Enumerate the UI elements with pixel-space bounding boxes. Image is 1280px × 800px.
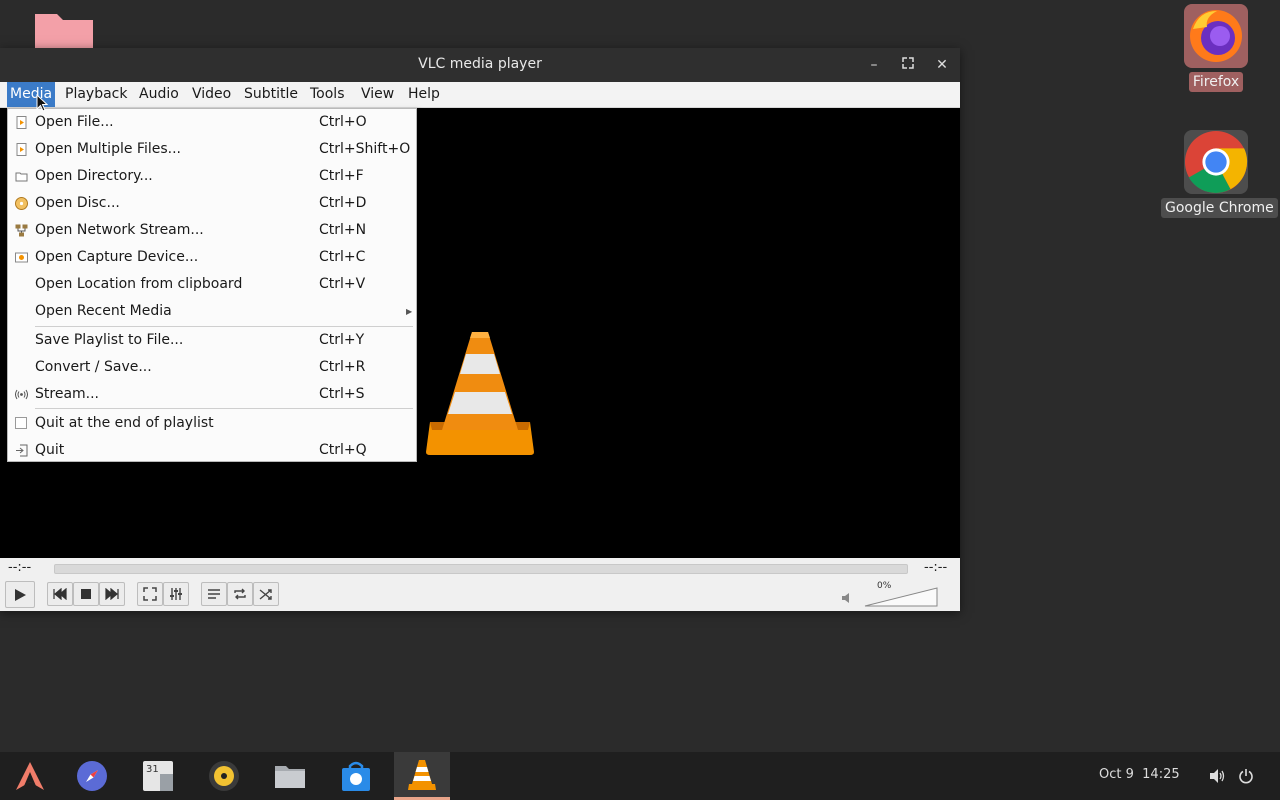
desktop-firefox[interactable]: Firefox — [1176, 4, 1256, 92]
playback-controls: 0% — [0, 580, 960, 611]
desktop-google-chrome[interactable]: Google Chrome — [1161, 130, 1278, 218]
clock-date: Oct 9 — [1099, 767, 1134, 782]
desktop-icon-label: Firefox — [1188, 72, 1244, 92]
volume-tray-button[interactable] — [1209, 768, 1225, 788]
maximize-icon — [902, 57, 914, 69]
taskbar-software-store[interactable] — [328, 752, 384, 800]
menu-open-multiple-files[interactable]: Open Multiple Files... Ctrl+Shift+O — [8, 136, 416, 163]
disc-icon — [15, 197, 28, 210]
menu-view[interactable]: View — [358, 82, 397, 107]
store-bag-icon — [342, 761, 370, 791]
menu-open-disc[interactable]: Open Disc... Ctrl+D — [8, 190, 416, 217]
play-icon — [15, 588, 26, 601]
seek-row: --:-- --:-- — [0, 558, 960, 580]
shuffle-icon — [259, 589, 272, 600]
menu-quit-end-of-playlist[interactable]: Quit at the end of playlist — [8, 410, 416, 437]
stream-icon — [15, 389, 28, 400]
fullscreen-button[interactable] — [137, 582, 163, 606]
media-menu-dropdown: Open File... Ctrl+O Open Multiple Files.… — [7, 108, 417, 462]
previous-button[interactable] — [47, 582, 73, 606]
menu-separator — [35, 408, 413, 409]
menubar: Media Playback Audio Video Subtitle Tool… — [0, 82, 960, 108]
elapsed-time: --:-- — [8, 560, 32, 575]
menu-quit[interactable]: Quit Ctrl+Q — [8, 437, 416, 464]
menu-save-playlist[interactable]: Save Playlist to File... Ctrl+Y — [8, 327, 416, 354]
power-button[interactable] — [1238, 768, 1254, 788]
capture-device-icon — [15, 252, 28, 263]
file-manager-icon — [275, 766, 305, 788]
taskbar-vlc[interactable] — [394, 752, 450, 800]
desktop-folder-icon[interactable] — [35, 14, 93, 48]
next-icon — [105, 588, 119, 600]
power-icon — [1239, 769, 1253, 784]
maximize-button[interactable] — [897, 54, 919, 76]
quit-end-checkbox[interactable] — [15, 417, 27, 429]
taskbar-files[interactable] — [262, 752, 318, 800]
menu-help[interactable]: Help — [405, 82, 443, 107]
loop-button[interactable] — [227, 582, 253, 606]
compass-browser-icon — [77, 761, 107, 791]
submenu-arrow-icon: ▶ — [406, 307, 413, 316]
menu-open-location-clipboard[interactable]: Open Location from clipboard Ctrl+V — [8, 271, 416, 298]
next-button[interactable] — [99, 582, 125, 606]
seek-slider[interactable] — [54, 564, 908, 574]
menu-tools[interactable]: Tools — [307, 82, 348, 107]
quit-icon — [16, 444, 28, 457]
window-title: VLC media player — [418, 56, 542, 72]
stop-icon — [81, 589, 91, 599]
mouse-cursor-icon — [36, 94, 48, 112]
menu-open-recent-media[interactable]: Open Recent Media ▶ — [8, 298, 416, 325]
menu-open-network-stream[interactable]: Open Network Stream... Ctrl+N — [8, 217, 416, 244]
speaker-icon — [842, 593, 849, 603]
taskbar-calendar[interactable]: 31 — [130, 752, 186, 800]
volume-percent: 0% — [877, 581, 892, 591]
vlc-icon — [408, 759, 436, 790]
playlist-button[interactable] — [201, 582, 227, 606]
menu-stream[interactable]: Stream... Ctrl+S — [8, 381, 416, 408]
equalizer-icon — [170, 588, 182, 600]
taskbar-music-player[interactable] — [196, 752, 252, 800]
menu-open-file[interactable]: Open File... Ctrl+O — [8, 109, 416, 136]
app-launcher-button[interactable] — [2, 752, 58, 800]
stop-button[interactable] — [73, 582, 99, 606]
network-icon — [15, 224, 28, 237]
volume-triangle-icon — [864, 587, 938, 607]
menu-video[interactable]: Video — [189, 82, 234, 107]
open-file-icon — [16, 143, 27, 156]
firefox-icon — [1184, 4, 1248, 68]
fullscreen-icon — [143, 587, 157, 601]
window-titlebar[interactable]: VLC media player – ✕ — [0, 48, 960, 82]
menu-playback[interactable]: Playback — [62, 82, 130, 107]
close-button[interactable]: ✕ — [931, 54, 953, 76]
menu-open-directory[interactable]: Open Directory... Ctrl+F — [8, 163, 416, 190]
mute-button[interactable] — [841, 589, 853, 608]
minimize-button[interactable]: – — [863, 54, 885, 76]
folder-icon — [15, 172, 28, 182]
play-button[interactable] — [5, 581, 35, 608]
shuffle-button[interactable] — [253, 582, 279, 606]
taskbar: 31 Oct 9 14:25 — [0, 752, 1280, 800]
speaker-icon — [1210, 769, 1225, 783]
total-time: --:-- — [924, 560, 948, 575]
desktop-icon-label: Google Chrome — [1161, 198, 1278, 218]
taskbar-browser[interactable] — [64, 752, 120, 800]
clock-time: 14:25 — [1142, 767, 1180, 782]
loop-icon — [234, 588, 246, 600]
previous-icon — [53, 588, 67, 600]
menu-convert-save[interactable]: Convert / Save... Ctrl+R — [8, 354, 416, 381]
menu-open-capture-device[interactable]: Open Capture Device... Ctrl+C — [8, 244, 416, 271]
vlc-cone-logo — [426, 332, 534, 455]
menu-subtitle[interactable]: Subtitle — [241, 82, 301, 107]
volume-slider[interactable] — [864, 587, 938, 611]
arch-logo-icon — [16, 762, 44, 790]
open-file-icon — [16, 116, 27, 129]
menu-audio[interactable]: Audio — [136, 82, 182, 107]
svg-text:31: 31 — [146, 764, 159, 775]
extended-settings-button[interactable] — [163, 582, 189, 606]
playlist-icon — [208, 589, 220, 599]
calendar-icon: 31 — [143, 761, 173, 791]
music-player-icon — [209, 761, 239, 791]
taskbar-clock[interactable]: Oct 9 14:25 — [1099, 767, 1180, 782]
chrome-icon — [1184, 130, 1248, 194]
